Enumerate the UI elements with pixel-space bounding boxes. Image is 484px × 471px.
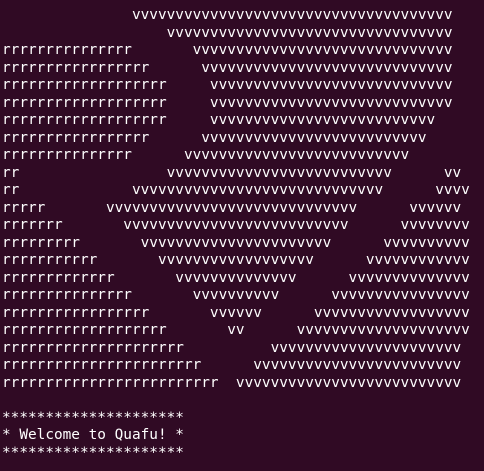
terminal-line: rrrrrrrrrrrrrrrrrrrrrrrrr vvvvvvvvvvvvvv… <box>2 374 462 391</box>
terminal-line: rrrrrrrrrrr vvvvvvvvvvvvvvvvvv vvvvvvvvv… <box>2 252 470 268</box>
terminal-line: rrrrrrrrrrrrr vvvvvvvvvvvvvv vvvvvvvvvvv… <box>2 269 470 286</box>
terminal-line: rrrrrrrrrrrrrrrrr vvvvvv vvvvvvvvvvvvvvv… <box>2 304 470 321</box>
terminal-line: rrrrrrrrr vvvvvvvvvvvvvvvvvvvvvv vvvvvvv… <box>2 234 470 251</box>
terminal-line: vvvvvvvvvvvvvvvvvvvvvvvvvvvvvvvvvvvvv <box>2 7 453 23</box>
terminal-line: rrrrrrrrrrrrrrrrrrr vv vvvvvvvvvvvvvvvvv… <box>2 322 470 338</box>
terminal-line: vvvvvvvvvvvvvvvvvvvvvvvvvvvvvvvvv <box>2 24 453 41</box>
terminal-line: rrrrrrrrrrrrrrrrrrrrrrr vvvvvvvvvvvvvvvv… <box>2 357 462 373</box>
terminal-window[interactable]: vvvvvvvvvvvvvvvvvvvvvvvvvvvvvvvvvvvvv vv… <box>0 0 484 471</box>
terminal-line: rrrrrrr vvvvvvvvvvvvvvvvvvvvvvvvvv vvvvv… <box>2 217 470 233</box>
terminal-line: rr vvvvvvvvvvvvvvvvvvvvvvvvvv vv <box>2 164 462 181</box>
terminal-line: rrrrrrrrrrrrrrrrrrr vvvvvvvvvvvvvvvvvvvv… <box>2 112 436 128</box>
terminal-line: rrrrrrrrrrrrrrrrrrr vvvvvvvvvvvvvvvvvvvv… <box>2 77 453 93</box>
terminal-line: rrrrrrrrrrrrrrrrrrrrr vvvvvvvvvvvvvvvvvv… <box>2 339 462 356</box>
banner-border-bottom: ********************* <box>2 444 184 461</box>
terminal-line: rrrrrrrrrrrrrrrrr vvvvvvvvvvvvvvvvvvvvvv… <box>2 129 427 146</box>
welcome-banner: * Welcome to Quafu! * <box>2 427 184 443</box>
terminal-line: rrrrrrrrrrrrrrrrrrr vvvvvvvvvvvvvvvvvvvv… <box>2 94 453 111</box>
terminal-line: rrrrrrrrrrrrrrr vvvvvvvvvvvvvvvvvvvvvvvv… <box>2 42 453 58</box>
terminal-line: rr vvvvvvvvvvvvvvvvvvvvvvvvvvvvv vvvv <box>2 182 470 198</box>
banner-border-top: ********************* <box>2 409 184 426</box>
terminal-line: rrrrrrrrrrrrrrr vvvvvvvvvv vvvvvvvvvvvvv… <box>2 287 470 303</box>
terminal-line: rrrrrrrrrrrrrrrrr vvvvvvvvvvvvvvvvvvvvvv… <box>2 59 453 76</box>
terminal-line: rrrrrrrrrrrrrrr vvvvvvvvvvvvvvvvvvvvvvvv… <box>2 147 410 163</box>
terminal-line: rrrrr vvvvvvvvvvvvvvvvvvvvvvvvvvvvv vvvv… <box>2 199 462 216</box>
